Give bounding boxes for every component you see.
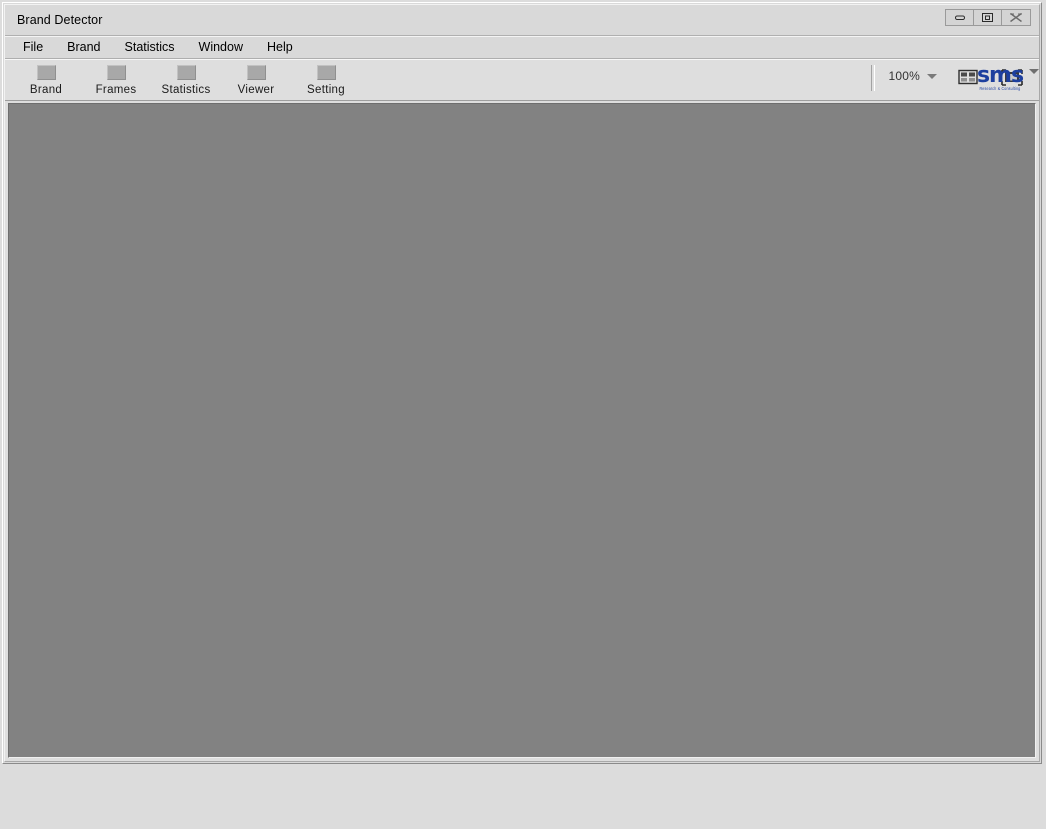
sms-logo: sms Research & Consulting (969, 63, 1031, 92)
menu-item-brand[interactable]: Brand (55, 38, 112, 57)
logo-tagline: Research & Consulting (979, 86, 1021, 92)
toolbar-button-statistics[interactable]: Statistics (151, 63, 221, 96)
menu-item-statistics[interactable]: Statistics (113, 38, 187, 57)
statistics-icon (176, 65, 196, 80)
application-window: Brand Detector File Brand Statistics Win… (0, 0, 1046, 829)
menu-item-window[interactable]: Window (187, 38, 255, 57)
chevron-down-icon[interactable] (927, 73, 937, 79)
setting-icon (316, 65, 336, 80)
toolbar-button-group: Brand Frames Statistics Viewer Setting (5, 60, 361, 96)
title-bar[interactable]: Brand Detector (5, 5, 1039, 36)
toolbar-separator (870, 65, 875, 91)
toolbar-button-viewer[interactable]: Viewer (221, 63, 291, 96)
window-inner-frame: Brand Detector File Brand Statistics Win… (4, 4, 1040, 762)
menu-bar: File Brand Statistics Window Help (5, 36, 1039, 59)
restore-icon (982, 13, 993, 22)
toolbar-button-statistics-label: Statistics (161, 84, 211, 96)
close-icon (1010, 12, 1022, 23)
toolbar-button-setting-label: Setting (307, 84, 345, 96)
zoom-level-value: 100% (888, 69, 920, 83)
toolbar-button-frames[interactable]: Frames (81, 63, 151, 96)
frames-icon (106, 65, 126, 80)
close-button[interactable] (1002, 10, 1030, 25)
toolbar-button-brand-label: Brand (29, 84, 63, 96)
menu-item-file[interactable]: File (11, 38, 55, 57)
toolbar: Brand Frames Statistics Viewer Setting 1… (5, 59, 1039, 101)
window-controls (945, 9, 1031, 26)
workspace-canvas[interactable] (8, 103, 1036, 758)
minimize-icon (954, 15, 965, 20)
main-window: Brand Detector File Brand Statistics Win… (2, 2, 1042, 764)
menu-item-help[interactable]: Help (255, 38, 305, 57)
toolbar-button-setting[interactable]: Setting (291, 63, 361, 96)
brand-icon (36, 65, 56, 80)
logo-wordmark: sms (976, 63, 1024, 88)
content-area-wrapper (5, 101, 1039, 761)
toolbar-button-viewer-label: Viewer (237, 84, 275, 96)
window-title: Brand Detector (17, 13, 103, 27)
restore-button[interactable] (974, 10, 1002, 25)
toolbar-button-frames-label: Frames (95, 84, 137, 96)
viewer-icon (246, 65, 266, 80)
status-bar (0, 766, 1046, 829)
zoom-control[interactable]: 100% (888, 69, 937, 83)
toolbar-button-brand[interactable]: Brand (11, 63, 81, 96)
minimize-button[interactable] (946, 10, 974, 25)
